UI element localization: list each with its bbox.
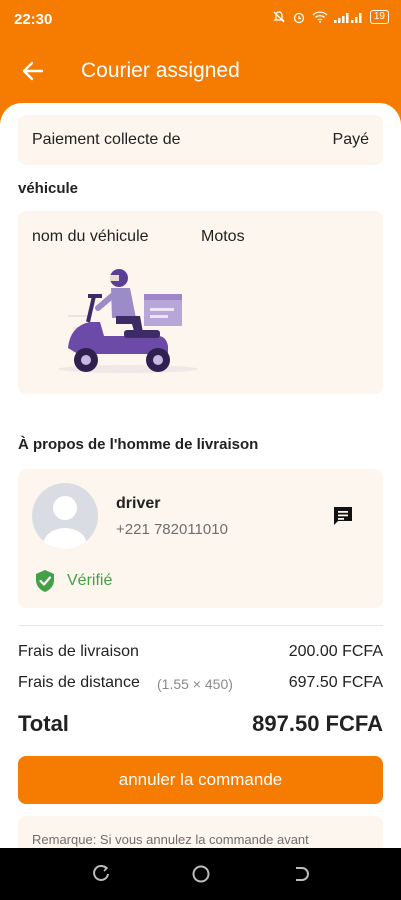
page-title: Courier assigned xyxy=(81,59,240,82)
signal-icon xyxy=(333,13,362,23)
back-arrow-icon[interactable] xyxy=(20,58,46,84)
verified-shield-icon xyxy=(36,570,54,592)
person-icon xyxy=(43,496,87,549)
distance-fee-label: Frais de distance xyxy=(18,674,140,691)
driver-phone: +221 782011010 xyxy=(116,521,228,538)
system-nav-bar xyxy=(0,848,401,900)
driver-card: driver +221 782011010 Vérifié xyxy=(18,469,383,608)
vehicle-card: nom du véhicule Motos xyxy=(18,211,383,394)
driver-name: driver xyxy=(116,495,161,512)
recents-icon[interactable] xyxy=(91,864,111,884)
driver-avatar xyxy=(32,483,98,549)
mute-icon xyxy=(273,11,285,23)
back-nav-icon[interactable] xyxy=(291,864,311,884)
payment-status: Payé xyxy=(332,131,369,148)
payment-label: Paiement collecte de xyxy=(32,131,181,148)
status-icons: 19 xyxy=(272,10,389,24)
status-bar: 22:30 19 xyxy=(0,0,401,40)
app-bar: Courier assigned xyxy=(0,40,401,104)
alarm-icon xyxy=(293,12,305,24)
delivery-fee-value: 200.00 FCFA xyxy=(288,643,383,660)
cancel-order-button[interactable]: annuler la commande xyxy=(18,756,383,804)
battery-icon: 19 xyxy=(369,10,389,24)
vehicle-section-title: véhicule xyxy=(18,180,79,197)
total-value: 897.50 FCFA xyxy=(252,711,383,736)
vehicle-name-value: Motos xyxy=(201,228,245,245)
scooter-illustration xyxy=(58,269,198,373)
wifi-icon xyxy=(312,11,328,23)
delivery-fee-label: Frais de livraison xyxy=(18,643,139,660)
verified-label: Vérifié xyxy=(67,572,113,589)
divider xyxy=(18,625,383,626)
remark-box: Remarque: Si vous annulez la commande av… xyxy=(18,816,383,848)
distance-fee-detail: (1.55 × 450) xyxy=(157,676,233,692)
home-icon[interactable] xyxy=(191,864,211,884)
remark-text: Remarque: Si vous annulez la commande av… xyxy=(32,832,309,847)
driver-section-title: À propos de l'homme de livraison xyxy=(18,436,259,453)
vehicle-name-label: nom du véhicule xyxy=(32,228,149,245)
status-time: 22:30 xyxy=(14,11,53,28)
total-label: Total xyxy=(18,711,69,736)
chat-icon[interactable] xyxy=(331,504,355,528)
content-sheet: Paiement collecte de Payé véhicule nom d… xyxy=(0,103,401,848)
distance-fee-value: 697.50 FCFA xyxy=(288,674,383,691)
payment-card: Paiement collecte de Payé xyxy=(18,115,383,165)
